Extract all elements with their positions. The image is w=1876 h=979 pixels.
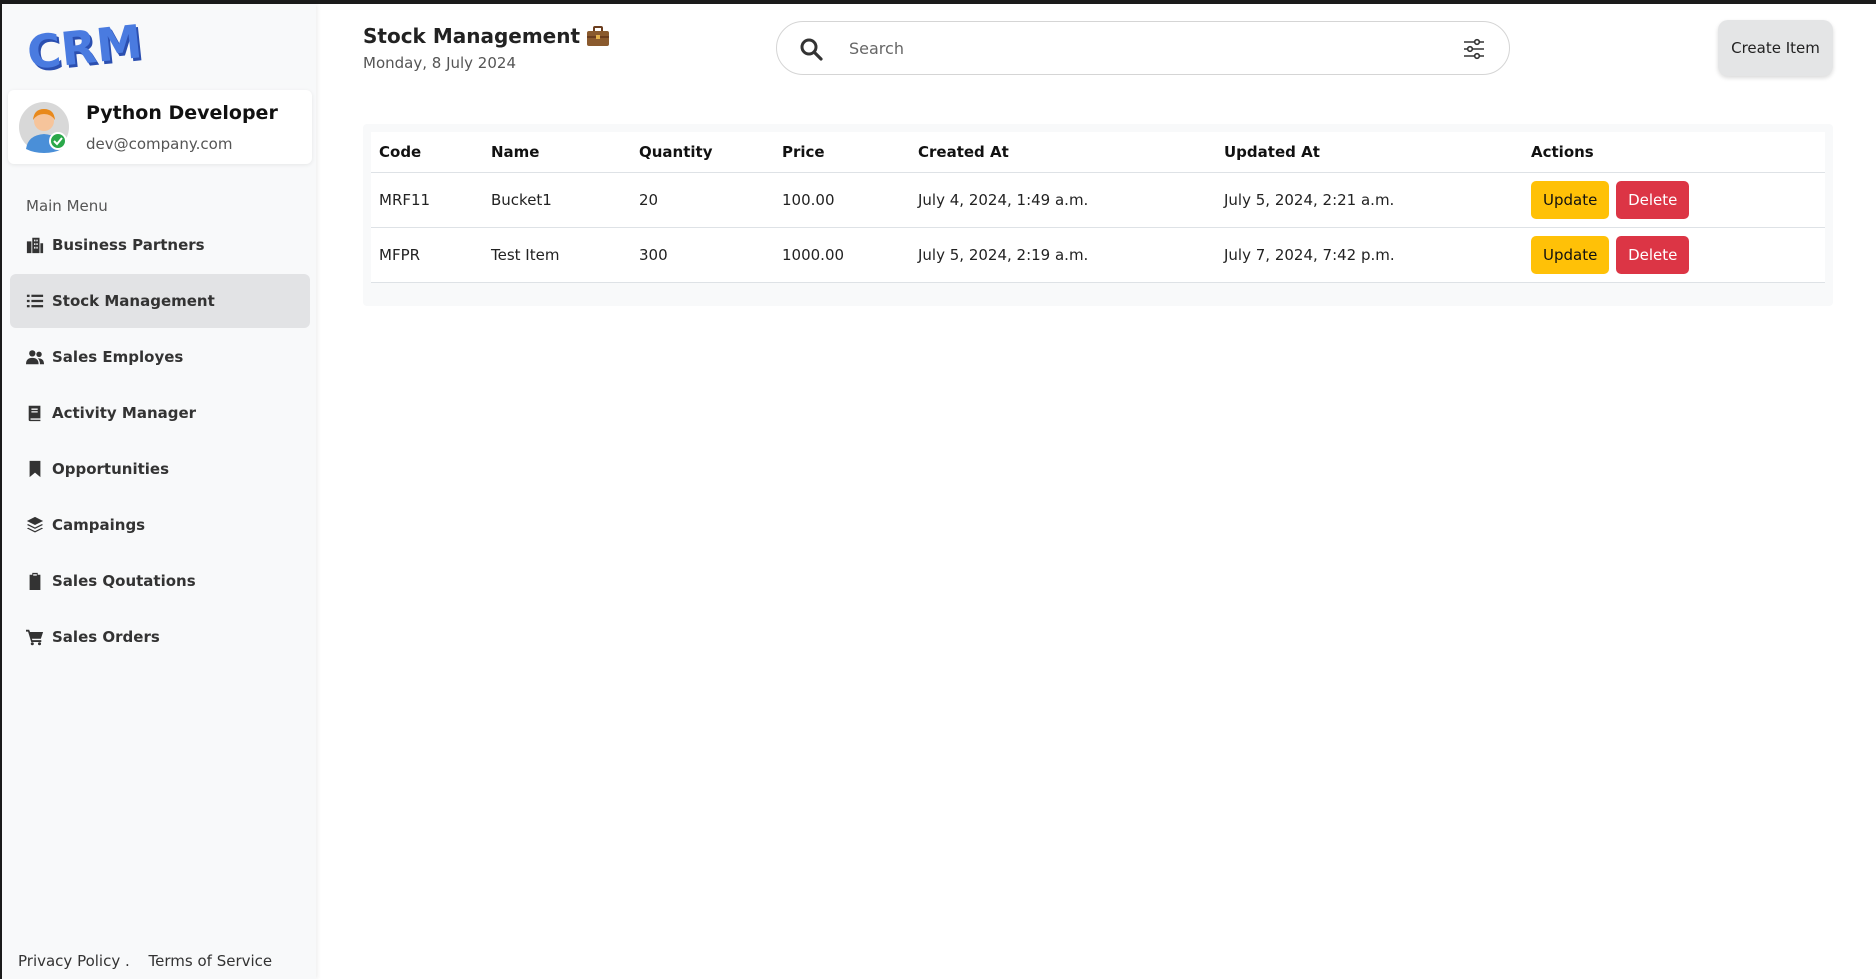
- table-row: MFPR Test Item 300 1000.00 July 5, 2024,…: [371, 227, 1825, 283]
- cell-code: MFPR: [371, 227, 483, 283]
- sidebar-item-sales-qoutations[interactable]: Sales Qoutations: [10, 554, 310, 608]
- crm-logo[interactable]: CRM CRM: [26, 16, 156, 78]
- bookmark-icon: [29, 460, 41, 478]
- sidebar-item-business-partners[interactable]: Business Partners: [10, 218, 310, 272]
- sidebar-item-opportunities[interactable]: Opportunities: [10, 442, 310, 496]
- column-header-price: Price: [774, 132, 910, 173]
- avatar: [19, 102, 69, 153]
- cell-quantity: 300: [631, 227, 774, 283]
- footer-links: Privacy Policy . Terms of Service: [18, 952, 286, 970]
- book-icon: [28, 405, 41, 422]
- update-button[interactable]: Update: [1531, 235, 1610, 274]
- terms-of-service-link[interactable]: Terms of Service: [149, 952, 273, 970]
- cell-price: 1000.00: [774, 227, 910, 283]
- stock-table: Code Name Quantity Price Created At Upda…: [371, 132, 1825, 283]
- sidebar-item-label: Opportunities: [52, 460, 170, 478]
- profile-email: dev@company.com: [86, 135, 233, 153]
- cell-price: 100.00: [774, 172, 910, 228]
- table-header-row: Code Name Quantity Price Created At Upda…: [371, 132, 1825, 173]
- create-item-button[interactable]: Create Item: [1718, 20, 1833, 76]
- filter-sliders-icon[interactable]: [1462, 37, 1486, 61]
- cell-created-at: July 4, 2024, 1:49 a.m.: [910, 172, 1216, 228]
- main-menu-label: Main Menu: [26, 197, 108, 215]
- sidebar-item-label: Campaings: [52, 516, 146, 534]
- sidebar-item-sales-employes[interactable]: Sales Employes: [10, 330, 310, 384]
- cart-icon: [26, 629, 44, 646]
- privacy-policy-link[interactable]: Privacy Policy .: [18, 952, 130, 970]
- column-header-updated-at: Updated At: [1216, 132, 1523, 173]
- page-title-text: Stock Management: [363, 24, 581, 48]
- briefcase-icon: [587, 26, 610, 46]
- sidebar-item-stock-management[interactable]: Stock Management: [10, 274, 310, 328]
- stock-table-container: Code Name Quantity Price Created At Upda…: [363, 124, 1833, 306]
- cell-quantity: 20: [631, 172, 774, 228]
- cell-actions: Update Delete: [1523, 227, 1825, 283]
- table-row: MRF11 Bucket1 20 100.00 July 4, 2024, 1:…: [371, 172, 1825, 228]
- cell-code: MRF11: [371, 172, 483, 228]
- profile-card[interactable]: Python Developer dev@company.com: [8, 90, 312, 164]
- sidebar-item-label: Stock Management: [52, 292, 215, 310]
- sidebar-item-label: Sales Qoutations: [52, 572, 196, 590]
- column-header-actions: Actions: [1523, 132, 1825, 173]
- page-title: Stock Management: [363, 24, 610, 48]
- search-input[interactable]: [849, 32, 1409, 64]
- sidebar-item-label: Activity Manager: [52, 404, 197, 422]
- layers-icon: [26, 516, 44, 533]
- column-header-quantity: Quantity: [631, 132, 774, 173]
- building-icon: [26, 237, 44, 254]
- sidebar-item-label: Business Partners: [52, 236, 205, 254]
- sidebar: CRM CRM Python Developer dev@company.com…: [2, 4, 316, 979]
- cell-created-at: July 5, 2024, 2:19 a.m.: [910, 227, 1216, 283]
- column-header-name: Name: [483, 132, 631, 173]
- profile-name: Python Developer: [86, 102, 278, 124]
- column-header-code: Code: [371, 132, 483, 173]
- cell-updated-at: July 5, 2024, 2:21 a.m.: [1216, 172, 1523, 228]
- search-icon[interactable]: [799, 37, 823, 61]
- users-icon: [26, 350, 44, 365]
- cell-updated-at: July 7, 2024, 7:42 p.m.: [1216, 227, 1523, 283]
- search-bar: [776, 21, 1510, 75]
- clipboard-icon: [29, 572, 41, 590]
- cell-actions: Update Delete: [1523, 172, 1825, 228]
- cell-name: Bucket1: [483, 172, 631, 228]
- sidebar-item-sales-orders[interactable]: Sales Orders: [10, 610, 310, 664]
- delete-button[interactable]: Delete: [1616, 180, 1690, 219]
- list-icon: [26, 294, 44, 308]
- logo-text: CRM: [26, 16, 145, 78]
- sidebar-item-activity-manager[interactable]: Activity Manager: [10, 386, 310, 440]
- page-date: Monday, 8 July 2024: [363, 54, 516, 72]
- cell-name: Test Item: [483, 227, 631, 283]
- update-button[interactable]: Update: [1531, 180, 1610, 219]
- delete-button[interactable]: Delete: [1616, 235, 1690, 274]
- column-header-created-at: Created At: [910, 132, 1216, 173]
- sidebar-item-label: Sales Employes: [52, 348, 184, 366]
- sidebar-item-campaings[interactable]: Campaings: [10, 498, 310, 552]
- sidebar-item-label: Sales Orders: [52, 628, 160, 646]
